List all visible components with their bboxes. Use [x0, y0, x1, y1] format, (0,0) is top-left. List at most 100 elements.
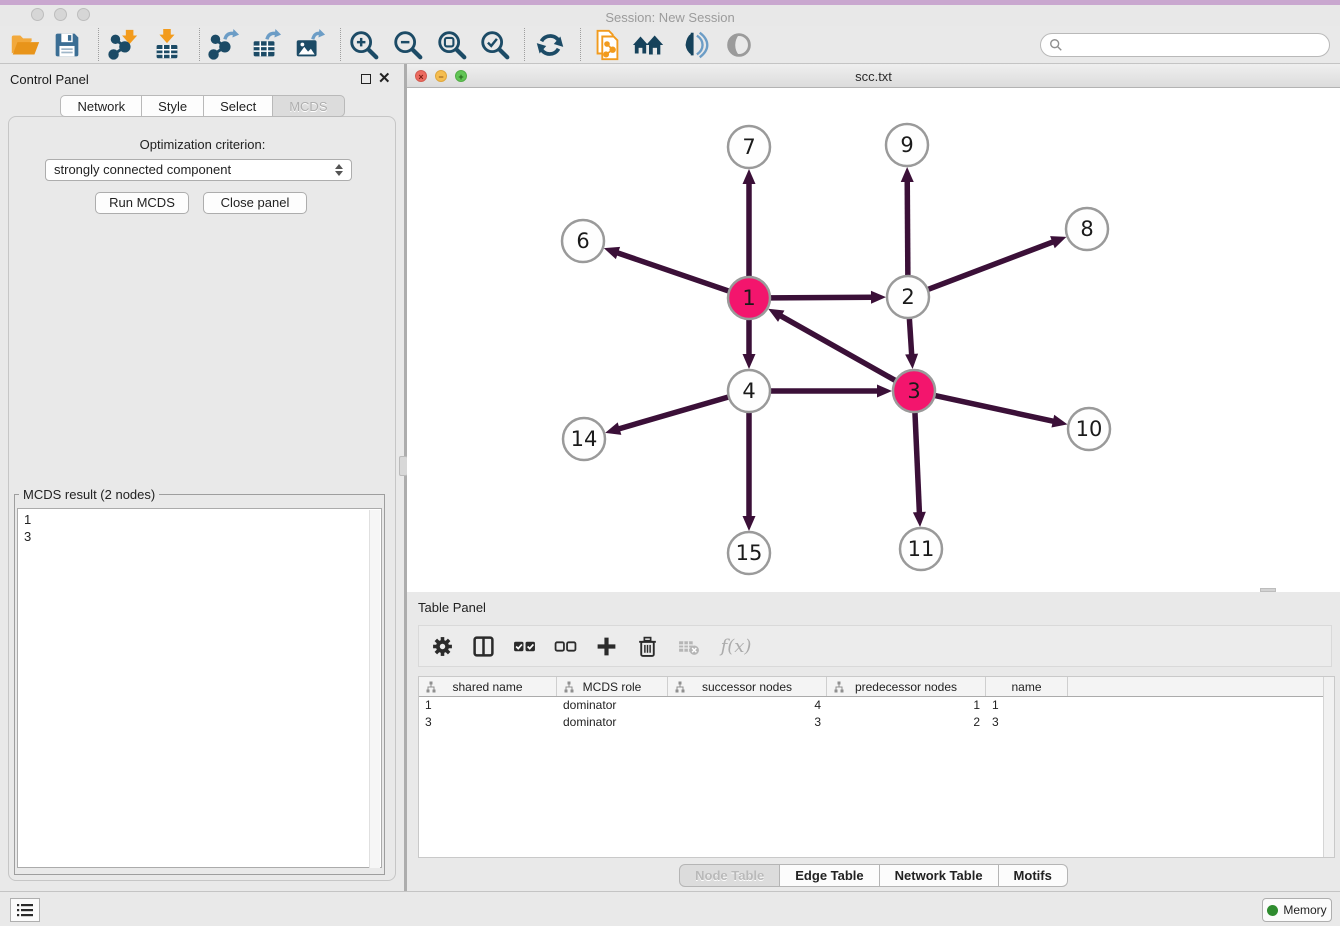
- column-header-successor-nodes[interactable]: successor nodes: [668, 677, 827, 696]
- table-cell[interactable]: 1: [419, 697, 557, 714]
- plus-icon: [595, 635, 618, 658]
- node-table[interactable]: shared name MCDS role successor nodes prede…: [418, 676, 1335, 858]
- graph-node-label: 11: [908, 537, 935, 561]
- table-cell[interactable]: 3: [668, 714, 827, 731]
- add-column-button[interactable]: [593, 633, 619, 659]
- tab-network-table[interactable]: Network Table: [880, 864, 999, 887]
- save-session-button[interactable]: [48, 27, 86, 63]
- import-network-button[interactable]: [104, 27, 142, 63]
- mcds-result-text[interactable]: 1 3: [17, 508, 382, 868]
- graph-edge-arrow: [1051, 415, 1067, 428]
- table-cell[interactable]: dominator: [557, 714, 668, 731]
- graph-edge-3-1[interactable]: [779, 315, 895, 381]
- graph-edge-1-2[interactable]: [770, 297, 873, 298]
- table-settings-button[interactable]: [429, 633, 455, 659]
- graph-node-label: 10: [1076, 417, 1103, 441]
- clone-network-button[interactable]: [588, 27, 626, 63]
- graph-edge-4-14[interactable]: [618, 397, 729, 429]
- result-scrollbar[interactable]: [369, 510, 380, 868]
- table-cell[interactable]: 2: [827, 714, 986, 731]
- tab-edge-table[interactable]: Edge Table: [780, 864, 879, 887]
- optimization-criterion-value: strongly connected component: [54, 162, 231, 177]
- table-cell[interactable]: 3: [419, 714, 557, 731]
- go-home-button[interactable]: [630, 27, 668, 63]
- search-input[interactable]: [1068, 38, 1329, 53]
- graph-edge-1-6[interactable]: [616, 252, 729, 291]
- zoom-fit-button[interactable]: [433, 27, 471, 63]
- column-header-shared-name[interactable]: shared name: [419, 677, 557, 696]
- eye-slash-icon: [678, 28, 712, 62]
- tab-mcds[interactable]: MCDS: [273, 95, 344, 117]
- table-panel-title: Table Panel: [418, 600, 486, 615]
- graph-edge-arrow: [905, 354, 918, 369]
- network-canvas[interactable]: 7968124314101511: [407, 89, 1340, 592]
- delete-column-button[interactable]: [634, 633, 660, 659]
- close-panel-icon[interactable]: ✕: [378, 73, 391, 85]
- float-panel-icon[interactable]: [361, 74, 371, 84]
- graph-edge-arrow: [913, 512, 926, 527]
- column-header-MCDS-role[interactable]: MCDS role: [557, 677, 668, 696]
- trash-icon: [636, 635, 659, 658]
- tab-node-table[interactable]: Node Table: [679, 864, 780, 887]
- table-cell[interactable]: 4: [668, 697, 827, 714]
- app-titlebar: Session: New Session: [0, 5, 1340, 26]
- column-attribute-icon: [674, 681, 686, 693]
- tab-style[interactable]: Style: [142, 95, 204, 117]
- network-splitter-handle[interactable]: [1260, 588, 1276, 592]
- export-table-button[interactable]: [246, 27, 284, 63]
- column-attribute-icon: [833, 681, 845, 693]
- run-mcds-button[interactable]: Run MCDS: [95, 192, 189, 214]
- columns-icon: [472, 635, 495, 658]
- graph-edge-2-8[interactable]: [928, 241, 1055, 289]
- graph-edge-3-11[interactable]: [915, 412, 920, 514]
- memory-button[interactable]: Memory: [1262, 898, 1332, 922]
- import-table-button[interactable]: [148, 27, 186, 63]
- export-network-button[interactable]: [204, 27, 242, 63]
- tab-network[interactable]: Network: [60, 95, 142, 117]
- zoom-selected-button[interactable]: [476, 27, 514, 63]
- tab-motifs[interactable]: Motifs: [999, 864, 1068, 887]
- graph-edge-2-3[interactable]: [909, 318, 911, 356]
- graph-edge-3-10[interactable]: [935, 395, 1055, 421]
- table-body: 1dominator4113dominator323: [419, 697, 1334, 731]
- table-cell[interactable]: dominator: [557, 697, 668, 714]
- close-panel-button[interactable]: Close panel: [203, 192, 307, 214]
- show-details-button[interactable]: [720, 27, 758, 63]
- zoom-in-icon: [347, 28, 381, 62]
- deselect-all-button[interactable]: [552, 633, 578, 659]
- table-cell[interactable]: 1: [827, 697, 986, 714]
- graph-edge-2-9[interactable]: [907, 180, 908, 276]
- task-history-button[interactable]: [10, 898, 40, 922]
- zoom-out-button[interactable]: [389, 27, 427, 63]
- zoom-selected-icon: [478, 28, 512, 62]
- graph-node-label: 14: [571, 427, 598, 451]
- tab-select[interactable]: Select: [204, 95, 273, 117]
- zoom-in-button[interactable]: [345, 27, 383, 63]
- gear-icon: [431, 635, 454, 658]
- open-folder-icon: [8, 28, 42, 62]
- refresh-layout-button[interactable]: [531, 27, 569, 63]
- table-cell[interactable]: 1: [986, 697, 1068, 714]
- graph-edge-arrow: [1050, 236, 1066, 248]
- import-network-icon: [106, 28, 140, 62]
- column-attribute-icon: [425, 681, 437, 693]
- table-row[interactable]: 1dominator411: [419, 697, 1334, 714]
- export-image-button[interactable]: [290, 27, 328, 63]
- optimization-criterion-select[interactable]: strongly connected component: [45, 159, 352, 181]
- column-header-label: MCDS role: [583, 680, 642, 694]
- hide-details-button[interactable]: [676, 27, 714, 63]
- select-all-button[interactable]: [511, 633, 537, 659]
- column-header-predecessor-nodes[interactable]: predecessor nodes: [827, 677, 986, 696]
- table-cell[interactable]: 3: [986, 714, 1068, 731]
- table-row[interactable]: 3dominator323: [419, 714, 1334, 731]
- graph-node-label: 2: [901, 285, 914, 309]
- network-window-titlebar: × − + scc.txt: [407, 64, 1340, 88]
- table-scrollbar[interactable]: [1323, 677, 1334, 858]
- export-image-icon: [292, 28, 326, 62]
- clone-network-icon: [590, 28, 624, 62]
- select-stepper-icon: [335, 164, 343, 176]
- column-browser-button[interactable]: [470, 633, 496, 659]
- column-header-label: predecessor nodes: [855, 680, 957, 694]
- column-header-name[interactable]: name: [986, 677, 1068, 696]
- open-session-button[interactable]: [6, 27, 44, 63]
